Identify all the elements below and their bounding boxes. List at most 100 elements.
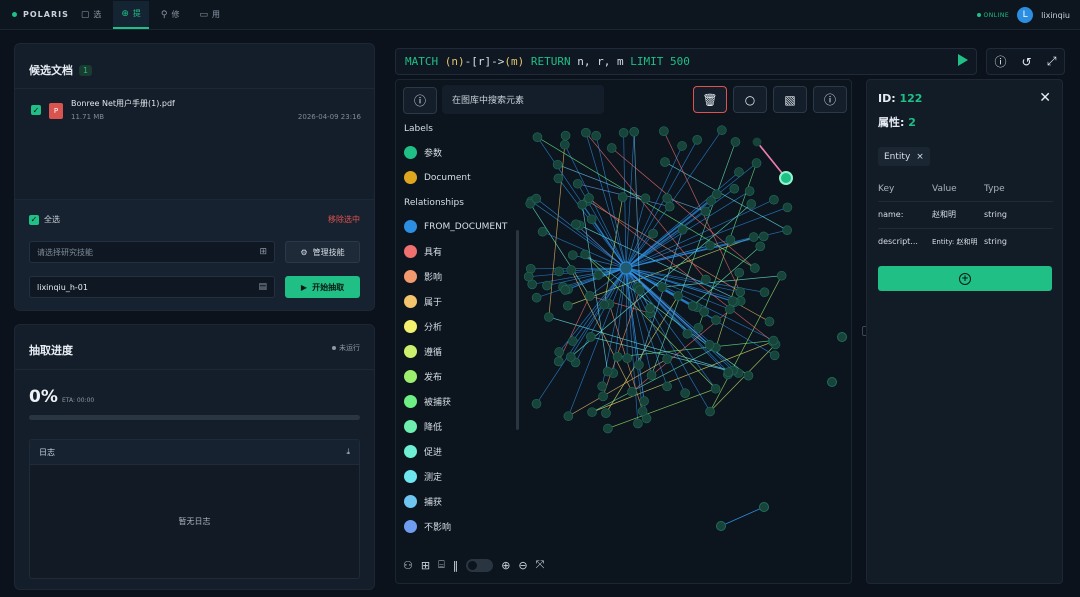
start-extract-button[interactable]: ▶ 开始抽取 [285,276,360,298]
nav-tab-repair[interactable]: ⚲ 修 [153,1,188,29]
legend-item[interactable]: 具有 [396,239,524,264]
graph-node [734,267,745,278]
pause-icon[interactable]: ‖ [453,559,459,572]
graph-node [525,264,536,274]
graph-node [706,196,716,206]
nav-tab-label: 选 [93,10,102,19]
close-icon[interactable]: ✕ [1039,90,1051,106]
image-export-icon[interactable]: ▧ [773,86,807,113]
log-empty-text: 暂无日志 [178,517,211,526]
graph-node [627,386,637,397]
cypher-query-input[interactable]: MATCH (n) -[r]-> (m) RETURN n, r, m LIMIT … [395,48,977,75]
legend-item[interactable]: 分析 [396,314,524,339]
graph-hub-node [619,261,633,275]
nav-tab-select[interactable]: ▢ 选 [73,1,110,29]
graph-node [542,280,552,291]
expand-icon[interactable]: ⤢ [1047,54,1057,69]
download-icon[interactable]: ⤓ [346,447,350,457]
legend-item[interactable]: 被捕获 [396,389,524,414]
plus-icon: + [959,272,971,285]
graph-node [725,235,736,245]
graph-node [657,282,668,292]
prop-type: string [984,227,1053,255]
legend-item[interactable]: 属于 [396,289,524,314]
select-all[interactable]: ✓ 全选 [29,214,60,225]
info-icon[interactable]: ⓘ [403,87,437,114]
graph-layout-icon[interactable]: ⚇ [403,559,413,572]
legend-color-dot [404,270,417,283]
code-icon[interactable]: ⌸ [438,558,445,572]
history-icon[interactable]: ↺ [1022,55,1032,69]
graph-node [759,502,769,512]
graph-edge [591,347,717,413]
select-all-checkbox[interactable]: ✓ [29,214,39,225]
graph-node [553,173,564,184]
legend-item[interactable]: 测定 [396,464,524,489]
graph-node [682,328,693,339]
legend-item[interactable]: 不影响 [396,514,524,539]
run-query-play-icon[interactable] [958,54,968,66]
graph-node [554,347,564,357]
legend-item[interactable]: 促进 [396,439,524,464]
add-property-button[interactable]: + [878,266,1052,291]
graph-node [758,231,769,242]
remove-selected-button[interactable]: 移除选中 [328,214,360,225]
nav-tab-extract[interactable]: ⊕ 提 [113,0,149,29]
graph-node [727,296,738,306]
trash-icon[interactable]: 🗑 [693,86,727,113]
username[interactable]: lixinqiu [1041,11,1070,20]
graph-node [593,270,604,280]
graph-node [687,301,698,311]
graph-edge [557,164,646,199]
info-icon[interactable]: ⓘ [995,53,1007,70]
graph-node [734,167,744,177]
avatar[interactable]: L [1017,7,1034,23]
legend-label: 发布 [424,373,443,383]
task-name-input[interactable]: lixinqiu_h-01 ▤ [29,276,275,298]
physics-toggle[interactable] [466,558,494,572]
graph-node [597,381,607,392]
legend-label: 降低 [424,423,443,433]
online-status: ONLINE [976,12,1010,19]
graph-canvas[interactable] [524,120,852,550]
column-header: Value [932,183,957,194]
pdf-icon: P [49,103,63,119]
legend-item[interactable]: 参数 [396,140,524,165]
candidate-docs-panel: 候选文档 1 ✓ P Bonree Net用户手册(1).pdf 11.71 M… [14,43,375,311]
zoom-in-icon[interactable]: ⊕ [501,559,510,572]
grid-icon: ⊞ [259,247,267,257]
manage-skills-button[interactable]: ⚙ 管理技能 [285,241,360,263]
graph-node [782,202,793,213]
table-icon[interactable]: ⊞ [421,559,430,572]
info-icon[interactable]: ⓘ [813,86,847,113]
graph-node [735,287,746,297]
graph-node [581,127,591,138]
legend-item[interactable]: 捕获 [396,489,524,514]
query-token: RETURN [530,55,571,68]
legend-item[interactable]: 遵循 [396,339,524,364]
graph-node [637,406,648,417]
graph-node [664,201,675,212]
file-row[interactable]: ✓ P Bonree Net用户手册(1).pdf 11.71 MB 2026-… [29,98,361,128]
nav-tab-use[interactable]: ▭ 用 [192,1,229,29]
legend-item[interactable]: 发布 [396,364,524,389]
skill-select[interactable]: 请选择研究技能 ⊞ [29,241,275,263]
remove-chip-icon[interactable]: × [916,152,924,162]
legend-label: 分析 [424,323,443,333]
legend-item[interactable]: FROM_DOCUMENT [396,214,524,239]
run-state-label: 未运行 [339,344,360,352]
fit-icon[interactable]: ⤧ [536,558,545,572]
graph-node [562,300,573,311]
legend-item[interactable]: 降低 [396,414,524,439]
graph-node [662,381,672,392]
legend-scrollbar[interactable] [516,230,519,430]
circle-icon[interactable]: ○ [733,86,767,113]
zoom-out-icon[interactable]: ⊖ [518,559,527,572]
log-title: 日志 [39,447,55,457]
legend-item[interactable]: 影响 [396,264,524,289]
legend-item[interactable]: Document [396,165,524,190]
table-row: descript... Entity: 赵和明 string [878,227,1053,255]
graph-search-input[interactable]: 在图库中搜索元素 [442,85,604,114]
file-checkbox[interactable]: ✓ [31,105,41,115]
query-actions: ⓘ ↺ ⤢ [986,48,1065,75]
